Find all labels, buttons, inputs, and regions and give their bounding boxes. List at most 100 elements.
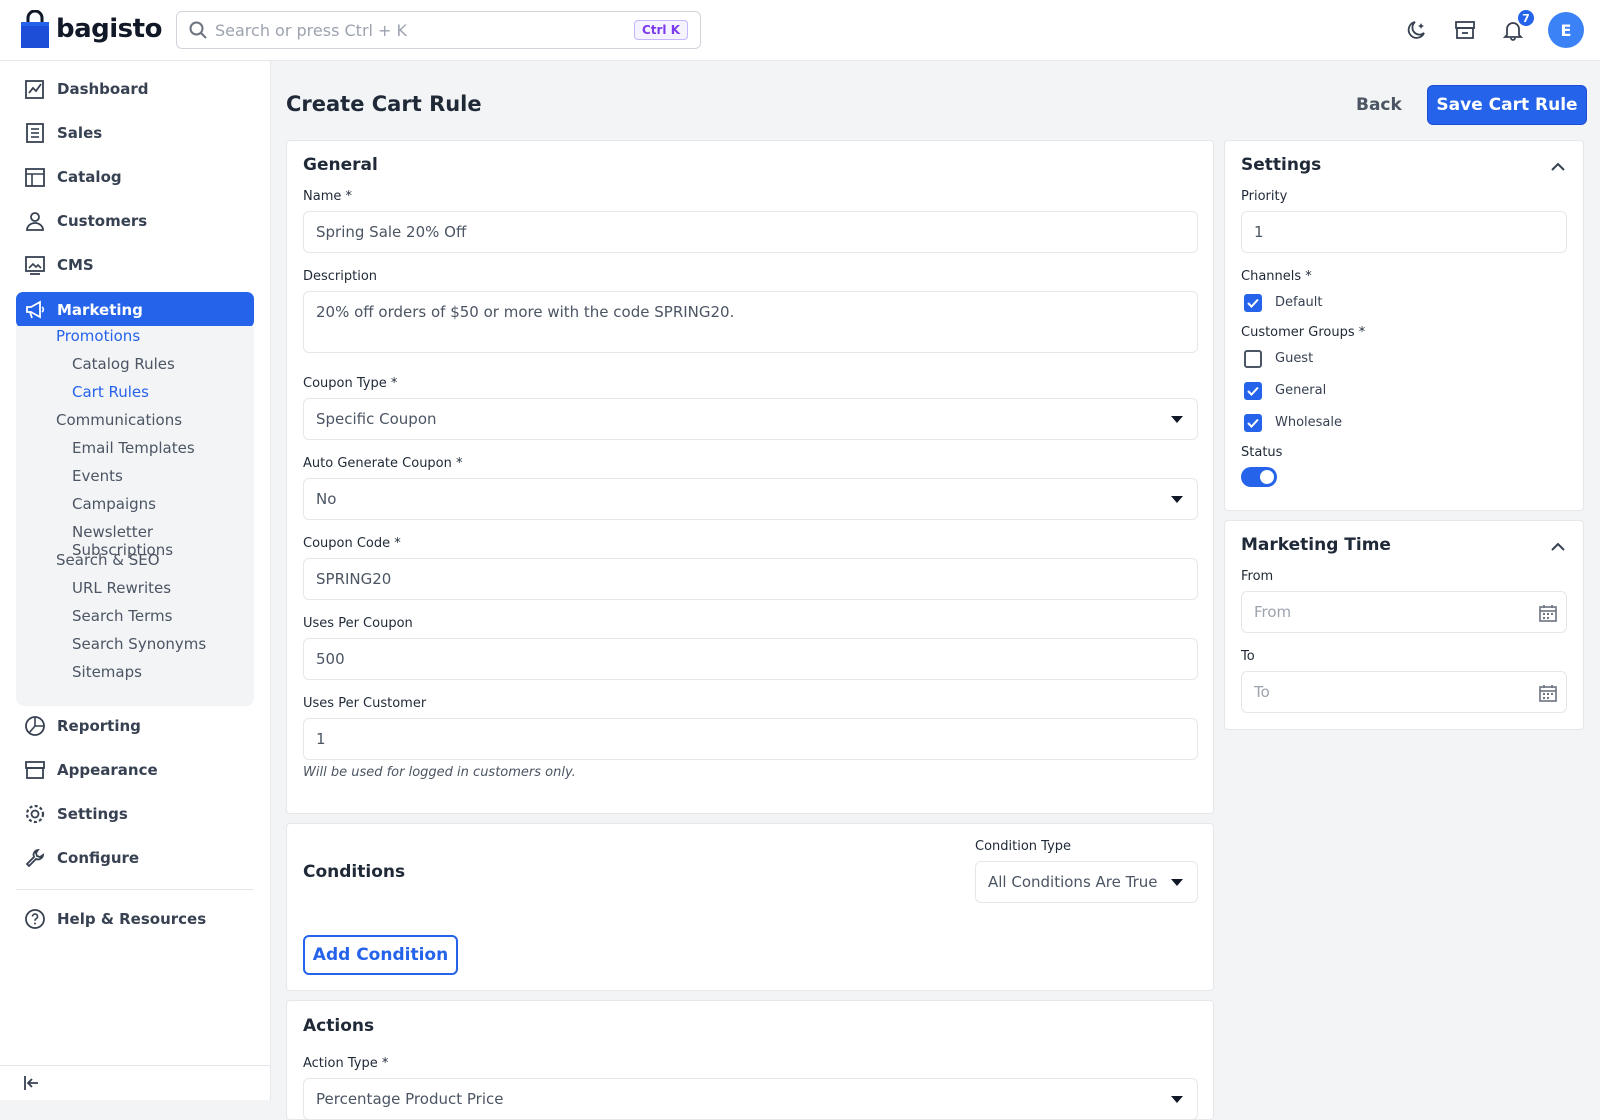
group-general-checkbox[interactable] xyxy=(1244,382,1262,400)
avatar[interactable]: E xyxy=(1548,12,1584,48)
caret-down-icon xyxy=(1171,416,1183,423)
auto-generate-label: Auto Generate Coupon * xyxy=(303,456,463,471)
group-guest-checkbox[interactable] xyxy=(1244,350,1262,368)
sidebar-item-settings[interactable]: Settings xyxy=(16,796,254,832)
sidebar-item-label: Customers xyxy=(57,212,148,230)
moon-icon xyxy=(1407,21,1425,39)
description-textarea[interactable]: 20% off orders of $50 or more with the c… xyxy=(303,291,1198,353)
coupon-type-select[interactable]: Specific Coupon xyxy=(303,398,1198,440)
sidebar-item-help[interactable]: Help & Resources xyxy=(16,901,254,937)
store-icon xyxy=(1455,21,1475,39)
action-type-select[interactable]: Percentage Product Price xyxy=(303,1078,1198,1120)
uses-per-customer-hint: Will be used for logged in customers onl… xyxy=(303,765,576,780)
uses-per-coupon-input[interactable]: 500 xyxy=(303,638,1198,680)
check-icon xyxy=(1247,298,1259,308)
submenu-promotions[interactable]: Promotions xyxy=(56,327,140,345)
customer-groups-label: Customer Groups * xyxy=(1241,325,1366,340)
sidebar-item-catalog[interactable]: Catalog xyxy=(16,159,254,195)
submenu-catalog-rules[interactable]: Catalog Rules xyxy=(72,355,175,373)
submenu-search-seo[interactable]: Search & SEO xyxy=(56,551,160,569)
sidebar-item-configure[interactable]: Configure xyxy=(16,840,254,876)
channel-default-checkbox[interactable] xyxy=(1244,294,1262,312)
collapse-sidebar-button[interactable] xyxy=(22,1073,42,1097)
condition-type-select[interactable]: All Conditions Are True xyxy=(975,861,1198,903)
megaphone-icon xyxy=(26,300,45,319)
chevron-up-icon[interactable] xyxy=(1550,158,1566,177)
sidebar-item-label: Help & Resources xyxy=(57,910,207,928)
coupon-type-label: Coupon Type * xyxy=(303,376,398,391)
from-placeholder: From xyxy=(1254,603,1292,621)
submenu-sitemaps[interactable]: Sitemaps xyxy=(72,663,142,681)
dark-mode-button[interactable] xyxy=(1404,17,1430,43)
submenu-email-templates[interactable]: Email Templates xyxy=(72,439,195,457)
gear-icon xyxy=(25,804,45,824)
auto-generate-value: No xyxy=(316,490,337,508)
submenu-cart-rules[interactable]: Cart Rules xyxy=(72,383,149,401)
submenu-url-rewrites[interactable]: URL Rewrites xyxy=(72,579,171,597)
sidebar-footer-divider xyxy=(0,1065,271,1066)
chevron-up-icon[interactable] xyxy=(1550,538,1566,557)
channels-label: Channels * xyxy=(1241,269,1312,284)
sidebar-divider xyxy=(16,889,254,890)
page-title: Create Cart Rule xyxy=(286,92,482,116)
marketing-submenu: Promotions Catalog Rules Cart Rules Comm… xyxy=(16,326,254,706)
cms-icon xyxy=(25,256,45,275)
sidebar-item-customers[interactable]: Customers xyxy=(16,203,254,239)
priority-input[interactable]: 1 xyxy=(1241,211,1567,253)
sidebar-item-label: Appearance xyxy=(57,761,158,779)
logo-text: bagisto xyxy=(56,14,162,44)
sidebar-item-appearance[interactable]: Appearance xyxy=(16,752,254,788)
group-guest-label: Guest xyxy=(1275,351,1314,366)
group-wholesale-checkbox[interactable] xyxy=(1244,414,1262,432)
group-wholesale-label: Wholesale xyxy=(1275,415,1343,430)
back-button[interactable]: Back xyxy=(1346,90,1412,120)
uses-per-coupon-label: Uses Per Coupon xyxy=(303,616,413,631)
top-bar: bagisto Search or press Ctrl + K Ctrl K … xyxy=(0,0,1600,61)
submenu-events[interactable]: Events xyxy=(72,467,123,485)
uses-per-customer-input[interactable]: 1 xyxy=(303,718,1198,760)
notifications-button[interactable]: 7 xyxy=(1500,8,1536,43)
to-date-input[interactable]: To xyxy=(1241,671,1567,713)
sidebar-item-sales[interactable]: Sales xyxy=(16,115,254,151)
to-placeholder: To xyxy=(1254,683,1270,701)
notification-badge: 7 xyxy=(1516,8,1536,28)
sidebar-item-reporting[interactable]: Reporting xyxy=(16,708,254,744)
sidebar-item-label: Dashboard xyxy=(57,80,149,98)
marketing-time-title: Marketing Time xyxy=(1241,535,1391,555)
toggle-knob xyxy=(1260,470,1274,484)
storefront-button[interactable] xyxy=(1452,17,1478,43)
sidebar-item-label: Settings xyxy=(57,805,128,823)
submenu-campaigns[interactable]: Campaigns xyxy=(72,495,156,513)
status-toggle[interactable] xyxy=(1241,467,1277,487)
sales-icon xyxy=(26,123,44,143)
calendar-icon[interactable] xyxy=(1538,603,1558,623)
catalog-icon xyxy=(25,168,45,187)
auto-generate-select[interactable]: No xyxy=(303,478,1198,520)
sidebar-item-label: Catalog xyxy=(57,168,122,186)
search-input[interactable]: Search or press Ctrl + K Ctrl K xyxy=(176,11,701,49)
name-input[interactable]: Spring Sale 20% Off xyxy=(303,211,1198,253)
to-label: To xyxy=(1241,649,1255,664)
logo[interactable]: bagisto xyxy=(20,10,162,48)
general-title: General xyxy=(303,155,378,175)
submenu-search-synonyms[interactable]: Search Synonyms xyxy=(72,635,206,653)
submenu-search-terms[interactable]: Search Terms xyxy=(72,607,172,625)
dashboard-icon xyxy=(25,80,44,99)
sidebar-item-dashboard[interactable]: Dashboard xyxy=(16,71,254,107)
submenu-communications[interactable]: Communications xyxy=(56,411,182,429)
sidebar-item-label: Reporting xyxy=(57,717,141,735)
sidebar-item-marketing[interactable]: Marketing xyxy=(16,292,254,328)
sidebar-item-cms[interactable]: CMS xyxy=(16,247,254,283)
save-cart-rule-button[interactable]: Save Cart Rule xyxy=(1427,85,1587,125)
calendar-icon[interactable] xyxy=(1538,683,1558,703)
description-label: Description xyxy=(303,269,378,284)
from-label: From xyxy=(1241,569,1274,584)
shortcut-badge: Ctrl K xyxy=(633,20,688,40)
add-condition-button[interactable]: Add Condition xyxy=(303,935,458,975)
sidebar-item-label: Marketing xyxy=(57,301,143,319)
sidebar-item-label: Sales xyxy=(57,124,103,142)
settings-title: Settings xyxy=(1241,155,1322,175)
actions-title: Actions xyxy=(303,1016,375,1036)
coupon-code-input[interactable]: SPRING20 xyxy=(303,558,1198,600)
from-date-input[interactable]: From xyxy=(1241,591,1567,633)
